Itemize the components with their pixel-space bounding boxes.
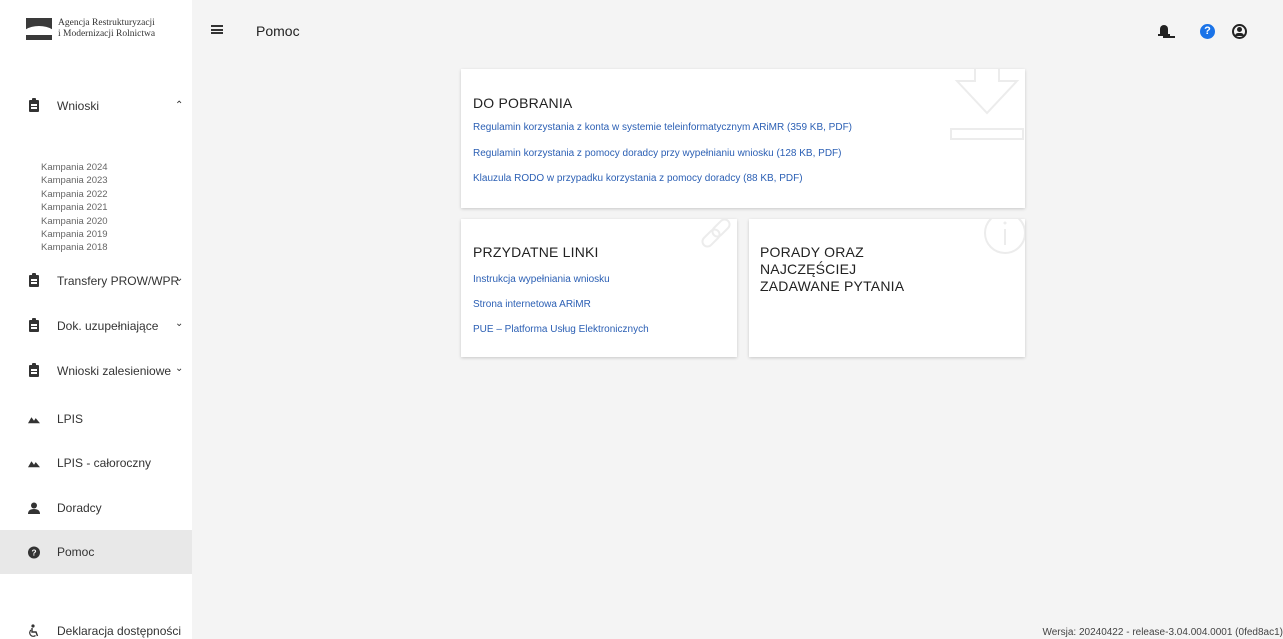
sidebar: Agencja Restrukturyzacji i Modernizacji … <box>0 0 192 639</box>
sidebar-item-label: Wnioski <box>57 99 100 113</box>
sidebar-item-dok-uzupelniajace[interactable]: Dok. uzupełniające ⌄ <box>0 304 192 348</box>
chevron-down-icon[interactable]: ⌄ <box>175 363 183 374</box>
user-icon[interactable] <box>1232 24 1247 39</box>
campaign-2021-link[interactable]: Kampania 2021 <box>41 201 108 214</box>
link-pue[interactable]: PUE – Platforma Usług Elektronicznych <box>473 324 649 335</box>
bell-icon[interactable] <box>1157 24 1171 38</box>
sidebar-item-transfery[interactable]: Transfery PROW/WPR ⌄ <box>0 259 192 303</box>
person-icon <box>28 502 40 514</box>
svg-text:?: ? <box>31 547 36 557</box>
faq-title-line-3: ZADAWANE PYTANIA <box>760 278 905 294</box>
link-watermark-icon <box>701 219 731 248</box>
logo-line-2: i Modernizacji Rolnictwa <box>58 29 156 39</box>
download-link-regulamin-konta[interactable]: Regulamin korzystania z konta w systemie… <box>473 122 852 133</box>
downloads-title: DO POBRANIA <box>473 95 573 111</box>
faq-card[interactable]: PORADY ORAZ NAJCZĘŚCIEJ ZADAWANE PYTANIA <box>749 219 1025 357</box>
download-link-klauzula-rodo[interactable]: Klauzula RODO w przypadku korzystania z … <box>473 173 803 184</box>
terrain-icon <box>28 457 40 469</box>
help-circle-icon: ? <box>28 546 40 558</box>
sidebar-item-label: Doradcy <box>57 501 102 515</box>
clipboard-icon <box>28 363 40 377</box>
campaign-2023-link[interactable]: Kampania 2023 <box>41 174 108 187</box>
sidebar-item-doradcy[interactable]: Doradcy <box>0 486 192 530</box>
campaign-2024-link[interactable]: Kampania 2024 <box>41 161 108 174</box>
useful-links-card: PRZYDATNE LINKI Instrukcja wypełniania w… <box>461 219 737 357</box>
chevron-down-icon[interactable]: ⌄ <box>175 273 183 284</box>
sidebar-item-deklaracja-dostepnosci[interactable]: Deklaracja dostępności <box>0 609 192 639</box>
sidebar-item-label: Dok. uzupełniające <box>57 319 159 333</box>
sidebar-item-pomoc[interactable]: ? Pomoc <box>0 530 192 574</box>
download-watermark-icon <box>950 69 1024 140</box>
faq-title-line-2: NAJCZĘŚCIEJ <box>760 261 857 277</box>
sidebar-item-lpis[interactable]: LPIS <box>0 397 192 441</box>
page-title: Pomoc <box>256 23 300 39</box>
clipboard-icon <box>28 318 40 332</box>
sidebar-item-lpis-caloroczny[interactable]: LPIS - całoroczny <box>0 441 192 485</box>
campaign-2022-link[interactable]: Kampania 2022 <box>41 188 108 201</box>
faq-title-line-1: PORADY ORAZ <box>760 244 864 260</box>
sidebar-item-wnioski[interactable]: Wnioski ⌃ <box>0 84 192 128</box>
sidebar-item-label: Transfery PROW/WPR <box>57 274 180 288</box>
link-instrukcja[interactable]: Instrukcja wypełniania wniosku <box>473 274 610 285</box>
clipboard-icon <box>28 273 40 287</box>
sidebar-item-label: Wnioski zalesieniowe <box>57 364 172 378</box>
accessibility-icon <box>28 624 40 637</box>
clipboard-icon <box>28 98 40 112</box>
link-strona-arimr[interactable]: Strona internetowa ARiMR <box>473 299 591 310</box>
help-icon[interactable]: ? <box>1200 24 1215 39</box>
sidebar-item-wnioski-zalesieniowe[interactable]: Wnioski zalesieniowe ⌄ <box>0 349 192 393</box>
menu-icon[interactable] <box>211 25 223 34</box>
downloads-card: DO POBRANIA Regulamin korzystania z kont… <box>461 69 1025 208</box>
terrain-icon <box>28 413 40 425</box>
sidebar-item-label: LPIS <box>57 412 84 426</box>
version-text: Wersja: 20240422 - release-3.04.004.0001… <box>1042 627 1283 638</box>
arimr-logo-icon <box>26 18 52 40</box>
sidebar-item-label: Deklaracja dostępności <box>57 624 182 638</box>
campaign-2019-link[interactable]: Kampania 2019 <box>41 228 108 241</box>
arimr-logo[interactable]: Agencja Restrukturyzacji i Modernizacji … <box>26 18 155 40</box>
download-link-regulamin-doradcy[interactable]: Regulamin korzystania z pomocy doradcy p… <box>473 148 842 159</box>
campaign-2018-link[interactable]: Kampania 2018 <box>41 241 108 254</box>
campaign-2020-link[interactable]: Kampania 2020 <box>41 215 108 228</box>
useful-links-title: PRZYDATNE LINKI <box>473 244 599 260</box>
sidebar-item-label: Pomoc <box>57 545 95 559</box>
info-watermark-icon <box>984 219 1025 254</box>
logo-line-1: Agencja Restrukturyzacji <box>58 18 155 28</box>
sidebar-item-label: LPIS - całoroczny <box>57 456 152 470</box>
campaign-list: Kampania 2024 Kampania 2023 Kampania 202… <box>41 161 108 255</box>
chevron-down-icon[interactable]: ⌄ <box>175 318 183 329</box>
faq-title: PORADY ORAZ NAJCZĘŚCIEJ ZADAWANE PYTANIA <box>760 244 904 295</box>
chevron-up-icon[interactable]: ⌃ <box>175 100 183 111</box>
